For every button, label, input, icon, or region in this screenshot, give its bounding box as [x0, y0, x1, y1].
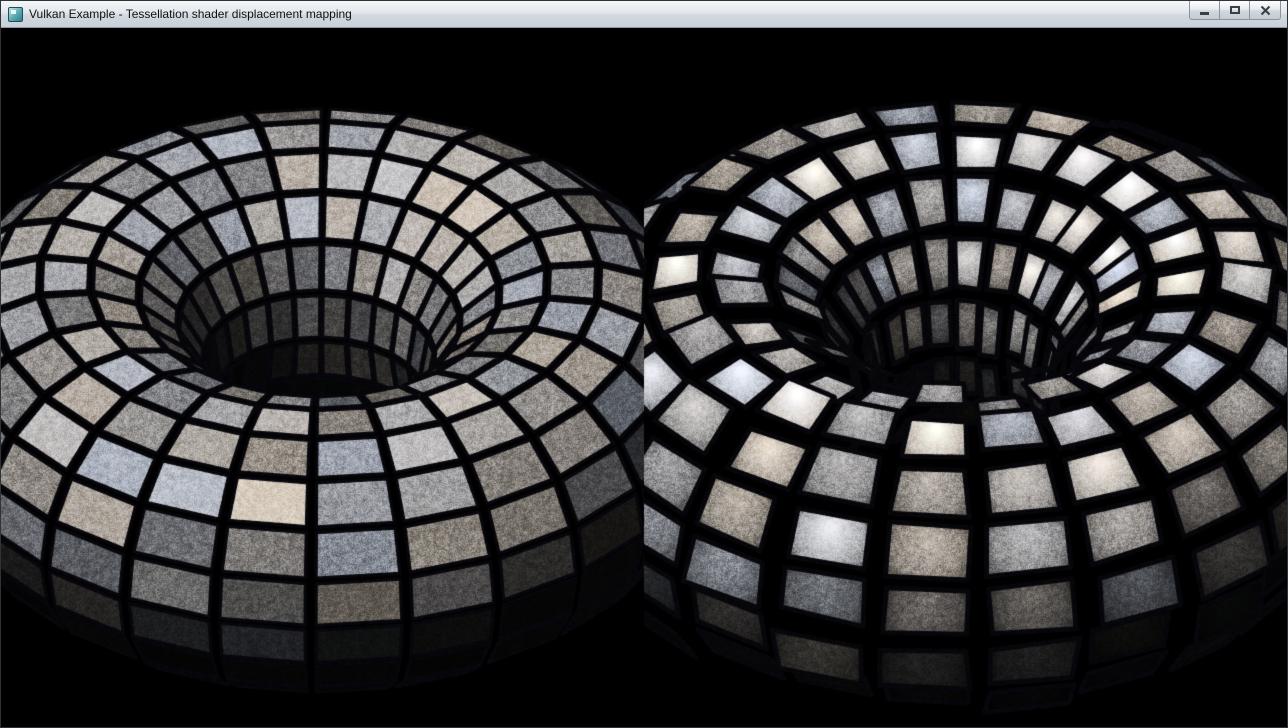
maximize-icon — [1230, 6, 1240, 14]
vulkan-render-canvas[interactable] — [1, 28, 1287, 727]
close-button[interactable] — [1249, 1, 1281, 20]
minimize-icon — [1200, 12, 1209, 15]
maximize-button[interactable] — [1219, 1, 1249, 20]
app-window: Vulkan Example - Tessellation shader dis… — [0, 0, 1288, 728]
minimize-button[interactable] — [1189, 1, 1219, 20]
close-icon — [1260, 5, 1271, 16]
render-viewport — [1, 28, 1287, 727]
app-icon — [8, 7, 23, 22]
window-title: Vulkan Example - Tessellation shader dis… — [29, 7, 352, 21]
titlebar[interactable]: Vulkan Example - Tessellation shader dis… — [1, 1, 1287, 28]
window-controls — [1189, 1, 1281, 20]
